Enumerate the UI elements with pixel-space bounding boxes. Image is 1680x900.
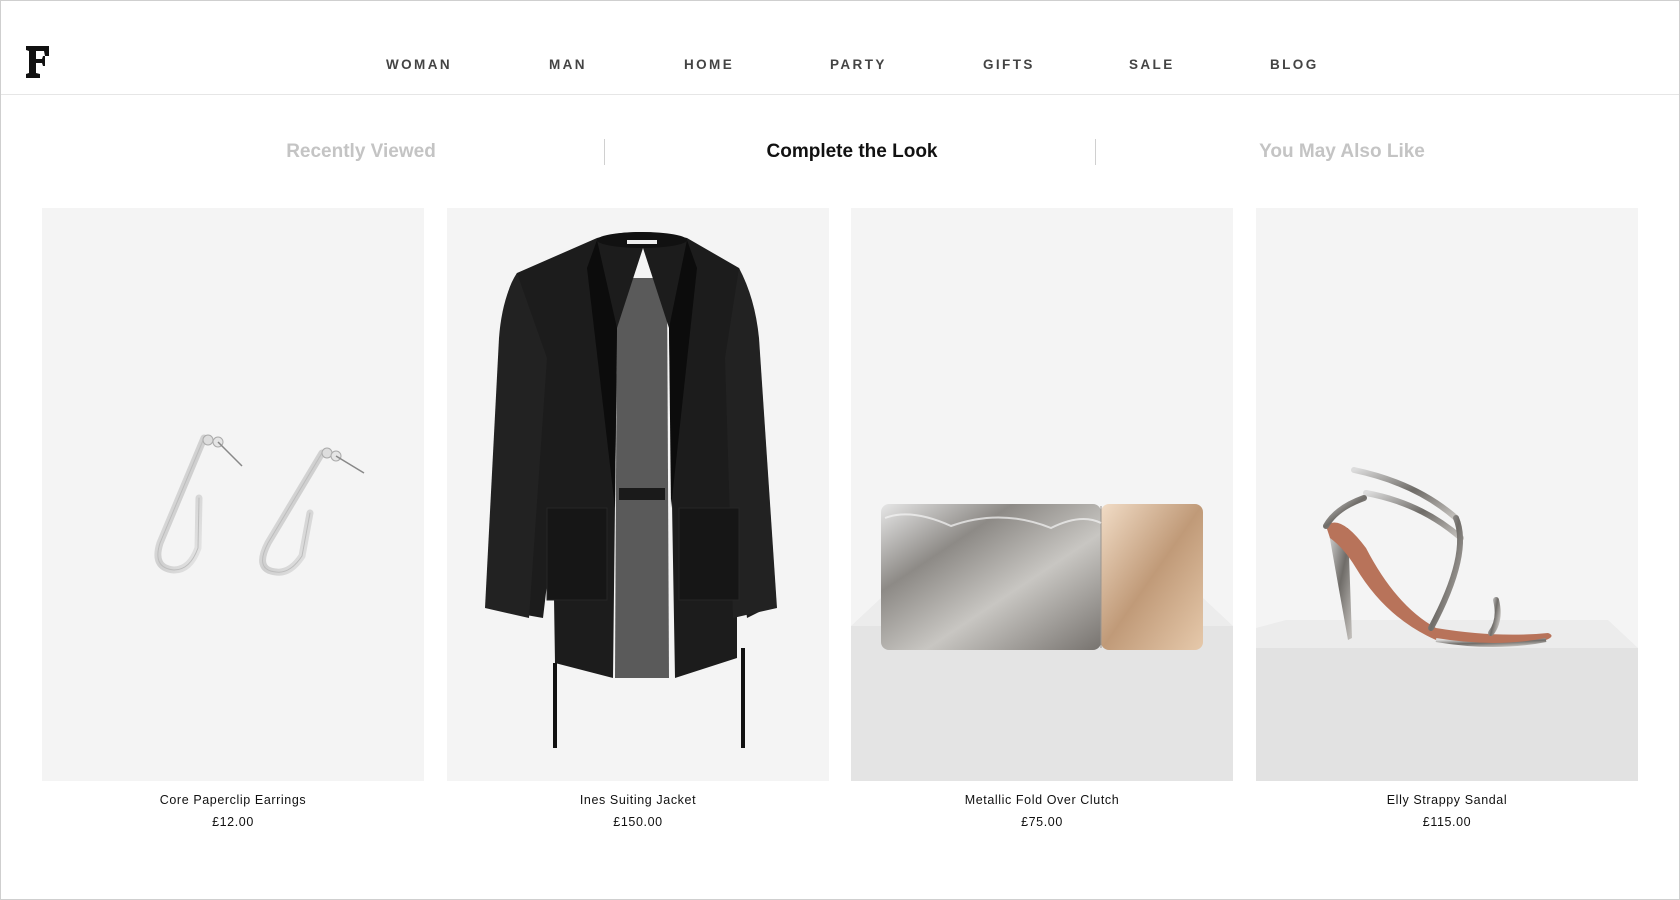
- page: WOMAN MAN HOME PARTY GIFTS SALE BLOG Rec…: [0, 0, 1680, 900]
- nav-item-blog[interactable]: BLOG: [1270, 57, 1319, 72]
- nav-item-gifts[interactable]: GIFTS: [983, 57, 1035, 72]
- nav-item-sale[interactable]: SALE: [1129, 57, 1175, 72]
- recommendation-tabs: Recently Viewed Complete the Look You Ma…: [1, 141, 1679, 171]
- product-card[interactable]: Metallic Fold Over Clutch £75.00: [851, 208, 1233, 829]
- site-header: WOMAN MAN HOME PARTY GIFTS SALE BLOG: [1, 1, 1679, 95]
- earrings-image[interactable]: [42, 208, 424, 781]
- tab-recently-viewed[interactable]: Recently Viewed: [286, 141, 436, 163]
- product-price: £115.00: [1422, 815, 1472, 829]
- product-name[interactable]: Core Paperclip Earrings: [42, 793, 424, 807]
- product-card[interactable]: Ines Suiting Jacket £150.00: [447, 208, 829, 829]
- product-price: £12.00: [212, 815, 254, 829]
- clutch-image[interactable]: [851, 208, 1233, 781]
- nav-item-woman[interactable]: WOMAN: [386, 57, 452, 72]
- tab-divider: [604, 139, 605, 165]
- tab-complete-the-look[interactable]: Complete the Look: [766, 141, 937, 163]
- product-price: £150.00: [613, 815, 663, 829]
- sandal-image[interactable]: [1256, 208, 1638, 781]
- tab-you-may-also-like[interactable]: You May Also Like: [1259, 141, 1425, 163]
- product-name[interactable]: Elly Strappy Sandal: [1256, 793, 1638, 807]
- tab-divider: [1095, 139, 1096, 165]
- product-price: £75.00: [1021, 815, 1063, 829]
- nav-item-party[interactable]: PARTY: [830, 57, 887, 72]
- product-name[interactable]: Ines Suiting Jacket: [447, 793, 829, 807]
- product-card[interactable]: Elly Strappy Sandal £115.00: [1256, 208, 1638, 829]
- jacket-image[interactable]: [447, 208, 829, 781]
- nav-item-home[interactable]: HOME: [684, 57, 734, 72]
- product-name[interactable]: Metallic Fold Over Clutch: [851, 793, 1233, 807]
- product-card[interactable]: Core Paperclip Earrings £12.00: [42, 208, 424, 829]
- nav-item-man[interactable]: MAN: [549, 57, 587, 72]
- main-nav: WOMAN MAN HOME PARTY GIFTS SALE BLOG: [1, 57, 1679, 77]
